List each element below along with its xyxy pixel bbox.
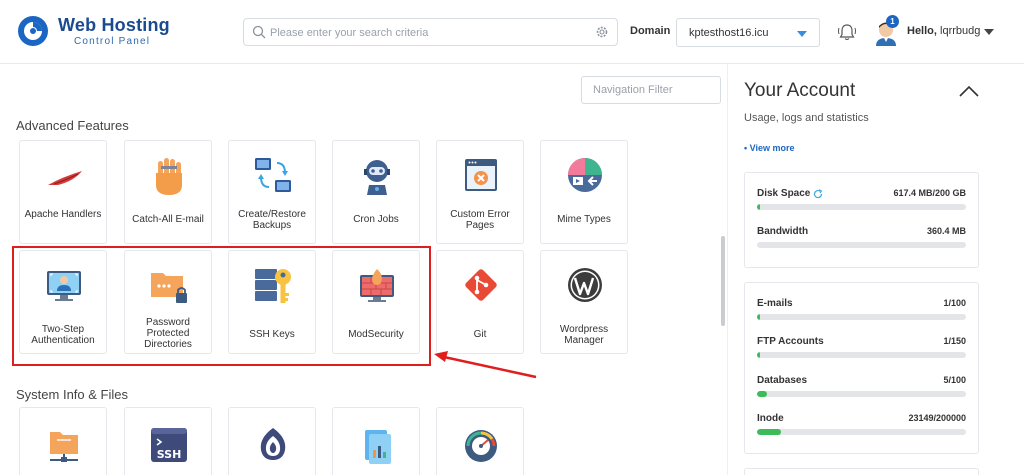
tile-label: Custom Error Pages xyxy=(450,209,510,231)
tile-custom-error-pages[interactable]: Custom Error Pages xyxy=(436,140,524,244)
backup-icon xyxy=(255,158,291,192)
stat-value-bandwidth: 360.4 MB xyxy=(926,226,966,236)
robot-icon xyxy=(364,160,390,195)
stat-label-databases: Databases xyxy=(757,375,808,386)
tile-system-file-stats[interactable] xyxy=(332,407,420,475)
chevron-up-icon[interactable] xyxy=(958,84,980,98)
limits-card: E-mails 1/100 FTP Accounts 1/150 Databas… xyxy=(744,282,979,454)
user-menu-caret-icon[interactable] xyxy=(984,29,994,35)
panel-divider xyxy=(727,64,728,475)
brand-subtitle: Control Panel xyxy=(74,36,151,47)
search-input[interactable] xyxy=(270,24,590,42)
stat-label-bandwidth: Bandwidth xyxy=(757,226,809,237)
tile-catch-all-email[interactable]: Catch-All E-mail xyxy=(124,140,212,244)
svg-text:SSH: SSH xyxy=(157,448,182,461)
progress-bar-databases xyxy=(757,391,966,397)
view-more-label: View more xyxy=(749,143,795,153)
section-title-advanced-features: Advanced Features xyxy=(16,118,129,133)
stat-value-databases: 5/100 xyxy=(943,375,966,385)
hand-icon xyxy=(156,158,182,195)
brand-title: Web Hosting xyxy=(58,15,170,35)
user-greeting[interactable]: Hello, lqrrbudg xyxy=(907,25,980,37)
progress-bar-inode xyxy=(757,429,966,435)
stat-label-emails: E-mails xyxy=(757,298,793,309)
top-header: Web Hosting Control Panel Domain kptesth… xyxy=(0,0,1024,64)
bell-icon[interactable] xyxy=(836,21,858,43)
tile-create-restore-backups[interactable]: Create/Restore Backups xyxy=(228,140,316,244)
tile-system-ssh-terminal[interactable]: SSH xyxy=(124,407,212,475)
progress-bar-ftp-accounts xyxy=(757,352,966,358)
tile-label: Mime Types xyxy=(557,214,611,225)
username: lqrrbudg xyxy=(940,25,981,37)
notification-badge: 1 xyxy=(886,15,899,28)
domain-select[interactable]: kptesthost16.icu xyxy=(676,18,820,47)
greeting-text: Hello, xyxy=(907,25,937,37)
stat-value-ftp-accounts: 1/150 xyxy=(943,336,966,346)
view-more-link[interactable]: • View more xyxy=(744,143,795,153)
tile-system-tor[interactable] xyxy=(228,407,316,475)
next-card xyxy=(744,468,979,475)
tile-label: Cron Jobs xyxy=(353,214,399,225)
stat-value-inode: 23149/200000 xyxy=(908,413,966,423)
scrollbar-thumb[interactable] xyxy=(721,236,725,326)
progress-bar-emails xyxy=(757,314,966,320)
tile-cron-jobs[interactable]: Cron Jobs xyxy=(332,140,420,244)
tile-label: Apache Handlers xyxy=(24,209,102,220)
tile-label: Wordpress Manager xyxy=(559,324,609,346)
account-subtitle: Usage, logs and statistics xyxy=(744,112,869,124)
stat-label-disk-space: Disk Space xyxy=(757,188,811,199)
progress-bar-bandwidth xyxy=(757,242,966,248)
wordpress-icon xyxy=(568,268,602,302)
domain-label: Domain xyxy=(630,25,671,37)
speedometer-icon xyxy=(465,430,497,462)
tile-git[interactable]: Git xyxy=(436,250,524,354)
tile-label: Create/Restore Backups xyxy=(238,209,306,231)
tile-mime-types[interactable]: Mime Types xyxy=(540,140,628,244)
logo[interactable]: Web Hosting Control Panel xyxy=(16,14,216,52)
tor-icon xyxy=(260,428,286,460)
section-title-system-info-files: System Info & Files xyxy=(16,387,128,402)
error-page-icon xyxy=(465,159,497,191)
navigation-filter-input[interactable] xyxy=(581,76,721,104)
refresh-icon[interactable] xyxy=(813,189,823,199)
tile-label: Catch-All E-mail xyxy=(132,214,204,225)
tile-wordpress-manager[interactable]: Wordpress Manager xyxy=(540,250,628,354)
annotation-arrow-icon xyxy=(434,351,537,379)
git-icon xyxy=(465,269,497,301)
stat-label-ftp-accounts: FTP Accounts xyxy=(757,336,824,347)
tile-apache-handlers[interactable]: Apache Handlers xyxy=(19,140,107,244)
search-icon xyxy=(252,25,266,39)
stat-label-inode: Inode xyxy=(757,413,784,424)
tile-system-network-folder[interactable] xyxy=(19,407,107,475)
domain-value: kptesthost16.icu xyxy=(689,27,769,39)
ssh-terminal-icon: SSH xyxy=(151,428,187,462)
account-title: Your Account xyxy=(744,80,856,101)
highlight-box xyxy=(12,246,431,366)
logo-icon xyxy=(18,16,48,46)
feather-icon xyxy=(48,171,82,185)
media-icon xyxy=(568,158,602,192)
search-box xyxy=(243,18,618,46)
gear-icon[interactable] xyxy=(595,25,609,39)
file-stats-icon xyxy=(365,430,391,464)
progress-bar-disk-space xyxy=(757,204,966,210)
network-folder-icon xyxy=(50,432,78,462)
tile-label: Git xyxy=(473,329,487,340)
resources-card: Disk Space 617.4 MB/200 GB Bandwidth 360… xyxy=(744,172,979,268)
caret-down-icon xyxy=(797,31,807,37)
tile-system-speedometer[interactable] xyxy=(436,407,524,475)
stat-value-disk-space: 617.4 MB/200 GB xyxy=(893,188,966,198)
stat-value-emails: 1/100 xyxy=(943,298,966,308)
